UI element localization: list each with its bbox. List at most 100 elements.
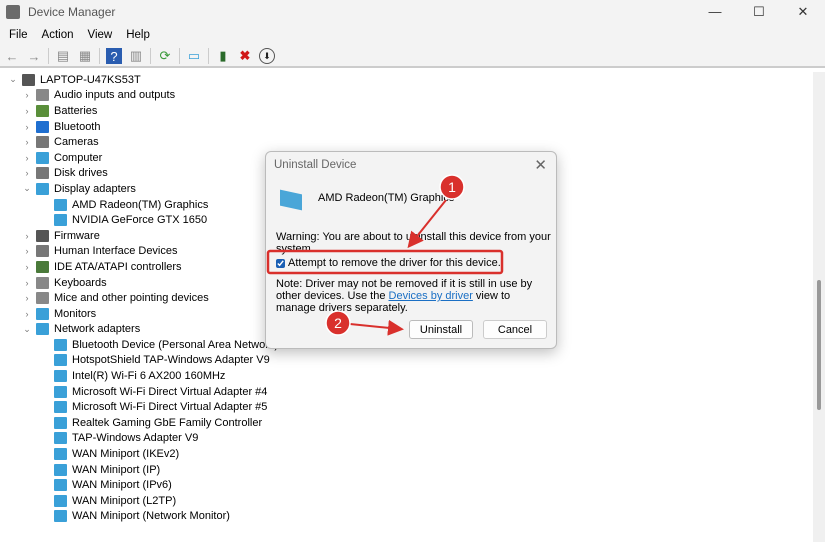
tree-item[interactable]: Intel(R) Wi-Fi 6 AX200 160MHz: [0, 368, 813, 384]
display-adapter-icon: [280, 190, 302, 211]
menu-bar: File Action View Help: [0, 24, 825, 46]
expand-chevron-icon[interactable]: ›: [20, 246, 34, 256]
device-category-icon: [36, 230, 49, 242]
back-icon[interactable]: ←: [4, 48, 20, 64]
device-category-icon: [36, 167, 49, 179]
tree-item[interactable]: Microsoft Wi-Fi Direct Virtual Adapter #…: [0, 384, 813, 400]
expand-chevron-icon[interactable]: ⌄: [6, 74, 20, 85]
tree-item-label: Human Interface Devices: [54, 245, 178, 257]
tree-item-label: Monitors: [54, 308, 96, 320]
tree-item-label: Bluetooth Device (Personal Area Network): [72, 339, 278, 351]
tree-item[interactable]: WAN Miniport (L2TP): [0, 493, 813, 509]
scan-hardware-icon[interactable]: ▭: [186, 48, 202, 64]
devices-by-driver-link[interactable]: Devices by driver: [389, 290, 473, 302]
title-bar: Device Manager — ☐ ✕: [0, 0, 825, 24]
disable-device-icon[interactable]: ⬇: [259, 48, 275, 64]
tree-item-label: WAN Miniport (IPv6): [72, 479, 172, 491]
device-category-icon: [54, 432, 67, 444]
menu-file[interactable]: File: [2, 29, 35, 41]
tree-item[interactable]: Microsoft Wi-Fi Direct Virtual Adapter #…: [0, 399, 813, 415]
toolbar: ← → ▤ ▦ ? ▥ ⟳ ▭ ▮ ✖ ⬇: [0, 46, 825, 68]
tree-item[interactable]: Realtek Gaming GbE Family Controller: [0, 415, 813, 431]
properties-icon[interactable]: ▦: [77, 48, 93, 64]
expand-chevron-icon[interactable]: ›: [20, 262, 34, 272]
tree-item[interactable]: HotspotShield TAP-Windows Adapter V9: [0, 353, 813, 369]
expand-chevron-icon[interactable]: ›: [20, 168, 34, 178]
menu-view[interactable]: View: [81, 29, 120, 41]
device-manager-icon: [6, 5, 20, 19]
separator: [208, 48, 209, 64]
tree-item-label: Audio inputs and outputs: [54, 89, 175, 101]
expand-chevron-icon[interactable]: ›: [20, 122, 34, 132]
tree-item-label: Bluetooth: [54, 121, 100, 133]
device-category-icon: [54, 510, 67, 522]
separator: [150, 48, 151, 64]
remove-driver-label: Attempt to remove the driver for this de…: [288, 257, 501, 269]
expand-chevron-icon[interactable]: ›: [20, 231, 34, 241]
device-category-icon: [54, 214, 67, 226]
device-category-icon: [54, 386, 67, 398]
expand-chevron-icon[interactable]: ›: [20, 293, 34, 303]
device-category-icon: [36, 121, 49, 133]
scrollbar-thumb[interactable]: [817, 280, 821, 410]
separator: [99, 48, 100, 64]
minimize-button[interactable]: —: [693, 4, 737, 20]
device-category-icon: [54, 339, 67, 351]
tree-item[interactable]: WAN Miniport (IP): [0, 462, 813, 478]
device-category-icon: [36, 89, 49, 101]
remove-driver-checkbox-row[interactable]: Attempt to remove the driver for this de…: [276, 257, 501, 269]
tree-item[interactable]: › Audio inputs and outputs: [0, 88, 813, 104]
remove-driver-checkbox[interactable]: [276, 259, 285, 268]
tree-item-label: Firmware: [54, 230, 100, 242]
add-driver-icon[interactable]: ▮: [215, 48, 231, 64]
expand-chevron-icon[interactable]: ⌄: [20, 324, 34, 335]
tree-item[interactable]: › Bluetooth: [0, 119, 813, 135]
forward-icon[interactable]: →: [26, 48, 42, 64]
device-category-icon: [36, 183, 49, 195]
expand-chevron-icon[interactable]: ›: [20, 106, 34, 116]
expand-chevron-icon[interactable]: ›: [20, 309, 34, 319]
tree-item[interactable]: WAN Miniport (Network Monitor): [0, 509, 813, 525]
device-category-icon: [36, 308, 49, 320]
vertical-scrollbar[interactable]: [813, 72, 825, 542]
device-category-icon: [54, 370, 67, 382]
tree-item-label: Microsoft Wi-Fi Direct Virtual Adapter #…: [72, 401, 267, 413]
cancel-button[interactable]: Cancel: [483, 320, 547, 339]
tree-item-label: Disk drives: [54, 167, 108, 179]
action-pane-icon[interactable]: ▥: [128, 48, 144, 64]
tree-item[interactable]: WAN Miniport (IKEv2): [0, 446, 813, 462]
tree-item[interactable]: TAP-Windows Adapter V9: [0, 431, 813, 447]
note-text: Note: Driver may not be removed if it is…: [276, 278, 546, 314]
menu-action[interactable]: Action: [35, 29, 81, 41]
tree-item-label: Display adapters: [54, 183, 136, 195]
uninstall-icon[interactable]: ✖: [237, 48, 253, 64]
tree-item[interactable]: WAN Miniport (IPv6): [0, 477, 813, 493]
device-category-icon: [54, 417, 67, 429]
expand-chevron-icon[interactable]: ›: [20, 153, 34, 163]
show-hide-console-tree-icon[interactable]: ▤: [55, 48, 71, 64]
expand-chevron-icon[interactable]: ›: [20, 137, 34, 147]
expand-chevron-icon[interactable]: ›: [20, 90, 34, 100]
tree-item[interactable]: ›Batteries: [0, 103, 813, 119]
update-driver-icon[interactable]: ⟳: [157, 48, 173, 64]
tree-item-label: Keyboards: [54, 277, 107, 289]
maximize-button[interactable]: ☐: [737, 4, 781, 20]
device-category-icon: [54, 354, 67, 366]
tree-item-label: Mice and other pointing devices: [54, 292, 209, 304]
device-category-icon: [36, 136, 49, 148]
close-button[interactable]: ✕: [781, 4, 825, 20]
device-category-icon: [36, 292, 49, 304]
tree-item[interactable]: ›Cameras: [0, 134, 813, 150]
help-icon[interactable]: ?: [106, 48, 122, 64]
expand-chevron-icon[interactable]: ⌄: [20, 183, 34, 194]
tree-item-label: Microsoft Wi-Fi Direct Virtual Adapter #…: [72, 386, 267, 398]
menu-help[interactable]: Help: [119, 29, 157, 41]
tree-item[interactable]: ⌄LAPTOP-U47KS53T: [0, 72, 813, 88]
dialog-close-button[interactable]: ✕: [534, 156, 547, 174]
separator: [179, 48, 180, 64]
uninstall-device-dialog: Uninstall Device ✕ AMD Radeon(TM) Graphi…: [265, 151, 557, 349]
expand-chevron-icon[interactable]: ›: [20, 278, 34, 288]
uninstall-button[interactable]: Uninstall: [409, 320, 473, 339]
device-category-icon: [54, 479, 67, 491]
device-category-icon: [36, 245, 49, 257]
